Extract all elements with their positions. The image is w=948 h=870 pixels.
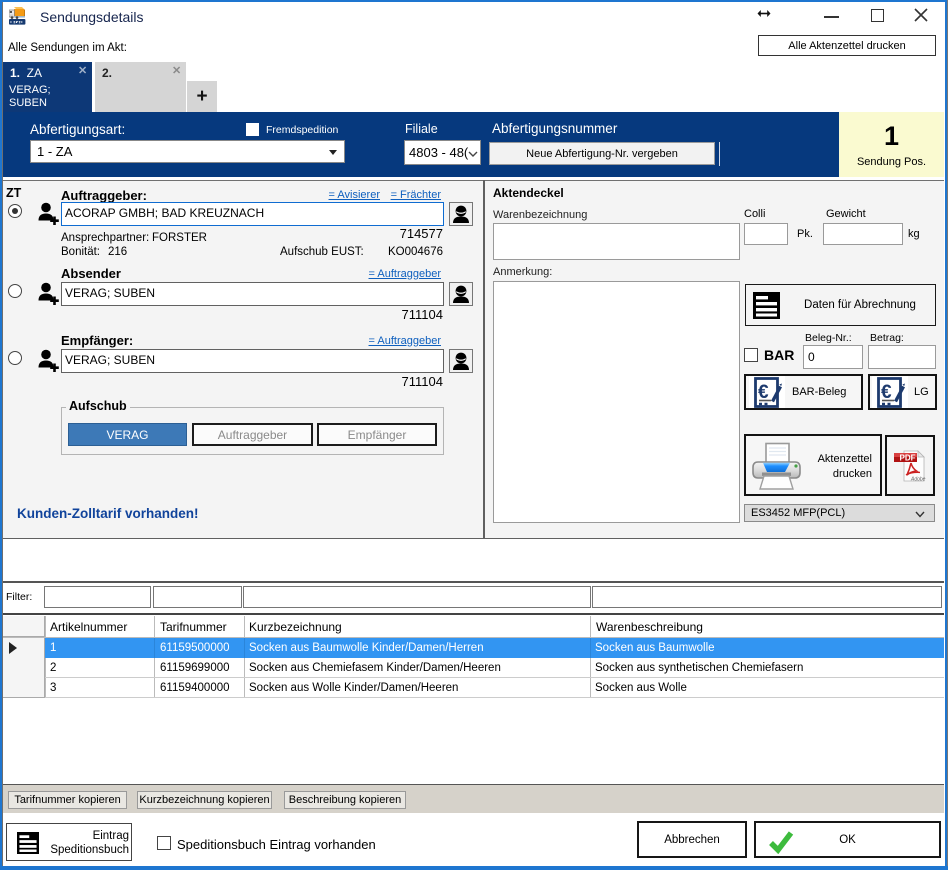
- svg-text:Adobe: Adobe: [910, 477, 926, 483]
- svg-text:PDF: PDF: [900, 454, 916, 463]
